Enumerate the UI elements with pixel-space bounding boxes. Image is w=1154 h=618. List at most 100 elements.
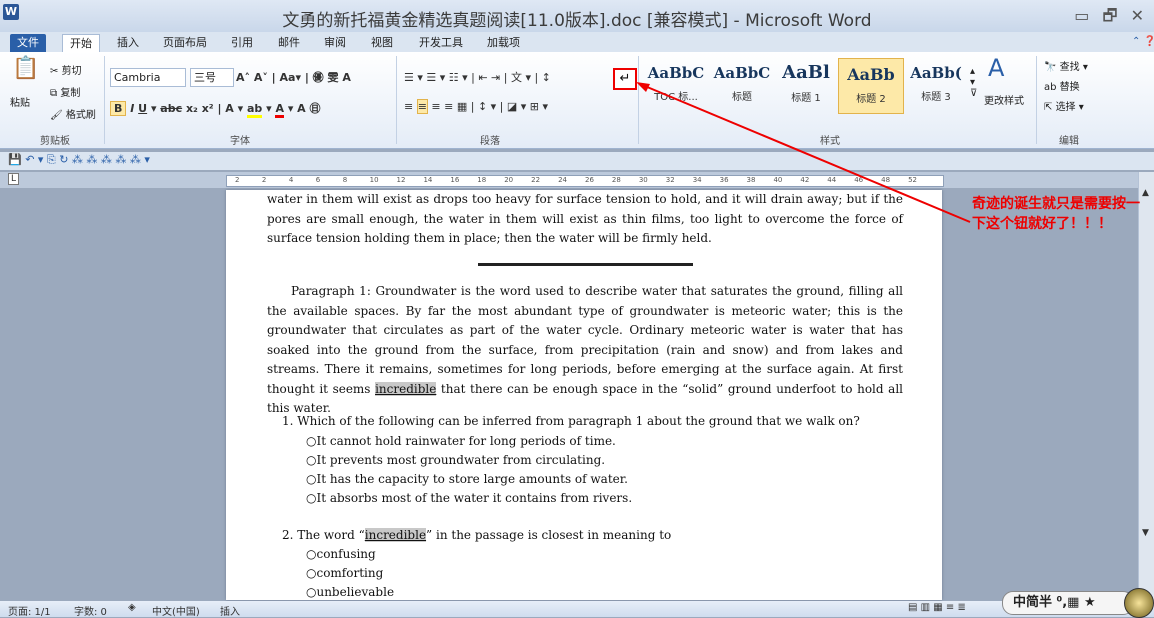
paragraph-group-label: 段落 bbox=[480, 136, 500, 147]
question-1-option[interactable]: ○It cannot hold rainwater for long perio… bbox=[306, 434, 616, 448]
insert-mode[interactable]: 插入 bbox=[220, 603, 240, 618]
separator bbox=[638, 56, 639, 144]
quick-access-toolbar: 💾 ↶ ▾ ⎘ ↻ ⁂ ⁂ ⁂ ⁂ ⁂ ▾ bbox=[0, 152, 1154, 170]
question-2-option[interactable]: ○unbelievable bbox=[306, 585, 394, 599]
ruler-tick: 20 bbox=[504, 176, 514, 184]
style-heading-2[interactable]: AaBb 标题 2 bbox=[838, 58, 904, 114]
replace-button[interactable]: ab 替换 bbox=[1044, 78, 1080, 93]
ruler-tick: 46 bbox=[854, 176, 864, 184]
tab-view[interactable]: 视图 bbox=[364, 34, 400, 52]
ruler-tick: 44 bbox=[827, 176, 837, 184]
editing-group-label: 编辑 bbox=[1059, 136, 1079, 147]
font-name-select[interactable]: Cambria bbox=[110, 68, 186, 87]
find-button[interactable]: 🔭 查找 ▾ bbox=[1044, 58, 1088, 73]
tab-selector[interactable]: L bbox=[8, 173, 20, 185]
question-2-option[interactable]: ○comforting bbox=[306, 566, 383, 580]
horizontal-rule bbox=[478, 263, 693, 266]
scroll-up-icon[interactable]: ▲ bbox=[1142, 188, 1149, 198]
cut-button[interactable]: ✂ 剪切 bbox=[50, 62, 82, 77]
alignment-buttons[interactable]: ≡ ≡ ≡ ≡ ▦ | ↕ ▾ | ◪ ▾ ⊞ ▾ bbox=[404, 99, 548, 114]
ime-logo-icon[interactable] bbox=[1124, 588, 1154, 618]
ruler-tick: 2 bbox=[235, 176, 240, 184]
ruler-tick: 34 bbox=[692, 176, 702, 184]
select-button[interactable]: ⇱ 选择 ▾ bbox=[1044, 98, 1084, 113]
style-toc[interactable]: AaBbC TOC 标... bbox=[644, 58, 708, 112]
highlighted-word: incredible bbox=[364, 528, 427, 542]
question-2-option[interactable]: ○confusing bbox=[306, 547, 376, 561]
status-bar: 页面: 1/1 字数: 0 ◈ 中文(中国) 插入 ▤ ▥ ▦ ≡ ≣ bbox=[0, 601, 1154, 618]
ruler-tick: 4 bbox=[288, 176, 294, 184]
tab-review[interactable]: 审阅 bbox=[317, 34, 353, 52]
tab-page-layout[interactable]: 页面布局 bbox=[156, 34, 214, 52]
tab-addins[interactable]: 加载项 bbox=[480, 34, 527, 52]
ruler-tick: 28 bbox=[611, 176, 621, 184]
font-group-label: 字体 bbox=[230, 136, 250, 147]
document-page[interactable]: water in them will exist as drops too he… bbox=[226, 190, 942, 600]
ribbon-tabs: 文件 开始 插入 页面布局 引用 邮件 审阅 视图 开发工具 加载项 bbox=[0, 32, 1154, 53]
language-indicator[interactable]: 中文(中国) bbox=[152, 603, 200, 618]
list-buttons[interactable]: ☰ ▾ ☰ ▾ ☷ ▾ | ⇤ ⇥ | 文 ▾ | ↕ bbox=[404, 69, 551, 85]
tab-file[interactable]: 文件 bbox=[10, 34, 46, 52]
change-styles-icon[interactable]: A bbox=[988, 54, 1004, 82]
tab-developer[interactable]: 开发工具 bbox=[412, 34, 470, 52]
ruler-tick: 36 bbox=[719, 176, 729, 184]
clipboard-group-label: 剪贴板 bbox=[40, 136, 70, 147]
show-hide-marks-button[interactable]: ↵ bbox=[613, 68, 637, 90]
proofing-icon[interactable]: ◈ bbox=[128, 602, 136, 613]
font-size-select[interactable]: 三号 bbox=[190, 68, 234, 87]
replace-icon: ab bbox=[1044, 82, 1060, 93]
ruler-tick: 8 bbox=[342, 176, 348, 184]
copy-button[interactable]: ⧉ 复制 bbox=[50, 84, 80, 99]
window-controls[interactable]: ▭ 🗗 ✕ bbox=[1074, 5, 1148, 32]
question-1-stem: 1. Which of the following can be inferre… bbox=[282, 414, 860, 428]
question-2-stem: 2. The word “incredible” in the passage … bbox=[282, 528, 672, 542]
ruler-tick: 14 bbox=[423, 176, 433, 184]
question-1-option[interactable]: ○It absorbs most of the water it contain… bbox=[306, 491, 632, 505]
paste-icon[interactable]: 📋 bbox=[12, 56, 39, 81]
font-format-buttons[interactable]: B I U ▾ abc x₂ x² | A ▾ ab ▾ A ▾ A ㊐ bbox=[110, 100, 321, 118]
paste-button[interactable]: 粘贴 bbox=[10, 94, 30, 109]
tab-mailings[interactable]: 邮件 bbox=[271, 34, 307, 52]
question-1-option[interactable]: ○It has the capacity to store large amou… bbox=[306, 472, 628, 486]
question-1-option[interactable]: ○It prevents most groundwater from circu… bbox=[306, 453, 605, 467]
change-styles-button[interactable]: 更改样式 bbox=[984, 92, 1024, 107]
ruler-tick: 26 bbox=[585, 176, 594, 184]
styles-group-label: 样式 bbox=[820, 136, 840, 147]
cursor-icon: ⇱ bbox=[1044, 102, 1056, 113]
font-grow-shrink-buttons[interactable]: A˄ A˅ | Aa▾ | ㊝ 雯 A bbox=[236, 69, 351, 85]
ruler-tick: 18 bbox=[477, 176, 487, 184]
help-icon[interactable]: ⌃ ❓ bbox=[1132, 36, 1154, 47]
paragraph-1: Paragraph 1: Groundwater is the word use… bbox=[267, 284, 903, 415]
highlighted-word: incredible bbox=[375, 381, 437, 396]
tab-references[interactable]: 引用 bbox=[224, 34, 260, 52]
ruler-tick: 12 bbox=[396, 176, 406, 184]
copy-icon: ⧉ bbox=[50, 88, 61, 99]
ruler-tick: 16 bbox=[450, 176, 460, 184]
binoculars-icon: 🔭 bbox=[1044, 62, 1060, 73]
ribbon-home: 📋 粘贴 ✂ 剪切 ⧉ 复制 🖌 格式刷 剪贴板 Cambria 三号 A˄ A… bbox=[0, 36, 1154, 149]
paragraph-previous: water in them will exist as drops too he… bbox=[267, 192, 903, 245]
scroll-down-icon[interactable]: ▼ bbox=[1142, 528, 1149, 538]
ruler-tick: 22 bbox=[531, 176, 541, 184]
styles-scroll[interactable]: ▴ ▾ ⊽ bbox=[970, 66, 977, 99]
quick-access-icons[interactable]: 💾 ↶ ▾ ⎘ ↻ ⁂ ⁂ ⁂ ⁂ ⁂ ▾ bbox=[8, 153, 150, 167]
separator bbox=[396, 56, 397, 144]
ime-toolbar[interactable]: 中简半 ⁰,▦ ★ bbox=[1002, 591, 1134, 615]
horizontal-ruler[interactable]: 2 2 4 6 8 10 12 14 16 18 20 22 24 26 28 30 32 34 36 38 40 42 4… bbox=[226, 175, 944, 187]
style-heading-1[interactable]: AaBl 标题 1 bbox=[774, 58, 838, 112]
vertical-scrollbar[interactable]: ▲ ▼ bbox=[1138, 172, 1154, 602]
page-count[interactable]: 页面: 1/1 bbox=[8, 603, 51, 618]
ruler-tick: 38 bbox=[746, 176, 756, 184]
format-painter-button[interactable]: 🖌 格式刷 bbox=[50, 106, 96, 121]
ruler-tick: 42 bbox=[800, 176, 810, 184]
ruler-tick: 6 bbox=[315, 176, 321, 184]
ruler-tick: 2 bbox=[261, 176, 267, 184]
word-count[interactable]: 字数: 0 bbox=[74, 603, 107, 618]
view-buttons[interactable]: ▤ ▥ ▦ ≡ ≣ bbox=[908, 602, 966, 613]
style-heading-3[interactable]: AaBb(标题 3 bbox=[904, 58, 968, 112]
tab-insert[interactable]: 插入 bbox=[110, 34, 146, 52]
tab-home[interactable]: 开始 bbox=[62, 34, 100, 53]
style-title[interactable]: AaBbC 标题 bbox=[710, 58, 774, 112]
brush-icon: 🖌 bbox=[50, 110, 66, 121]
scissors-icon: ✂ bbox=[50, 66, 62, 77]
